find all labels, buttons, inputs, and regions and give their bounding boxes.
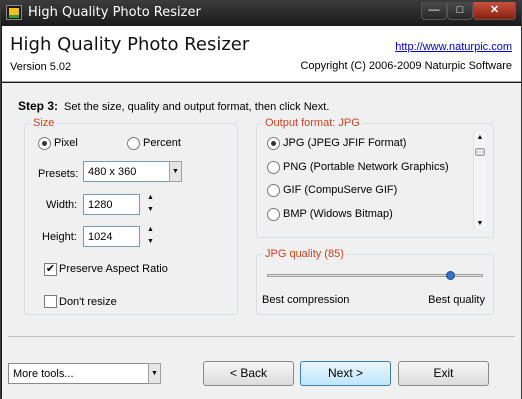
preserve-aspect-checkbox[interactable]: ✔ [44,263,57,276]
maximize-icon: □ [456,4,464,16]
percent-radio[interactable] [127,137,140,150]
close-icon: ✕ [489,4,500,16]
spin-up-icon: ▲ [147,194,154,201]
minimize-icon: — [428,4,440,16]
spin-up-icon: ▲ [147,226,154,233]
step-label: Step 3: [18,99,59,113]
chevron-down-icon: ▼ [172,168,179,175]
pixel-radio[interactable] [38,137,51,150]
back-button[interactable]: < Back [203,361,294,386]
dont-resize-checkbox[interactable] [44,295,57,308]
more-tools-combo[interactable]: More tools... [8,363,150,384]
best-quality-label: Best quality [428,294,485,306]
footer-separator [8,336,515,337]
version-label: Version 5.02 [10,61,72,73]
format-list: JPG (JPEG JFIF Format) PNG (Portable Net… [257,124,479,237]
format-jpg-radio[interactable] [267,137,280,150]
app-window: High Quality Photo Resizer — □ ✕ High Qu… [0,0,522,399]
scroll-up-icon[interactable]: ▲ [474,132,486,144]
copyright-label: Copyright (C) 2006-2009 Naturpic Softwar… [300,60,512,72]
height-input[interactable]: 1024 [83,226,140,247]
chevron-down-icon: ▼ [151,370,158,377]
percent-radio-label[interactable]: Percent [143,137,181,149]
format-png-label[interactable]: PNG (Portable Network Graphics) [283,161,449,173]
presets-label: Presets: [38,168,79,180]
quality-slider-thumb[interactable] [445,271,455,280]
app-name: High Quality Photo Resizer [10,34,250,55]
minimize-button[interactable]: — [421,2,447,20]
presets-combo[interactable]: 480 x 360 [83,161,171,182]
exit-button[interactable]: Exit [398,361,489,386]
height-label: Height: [42,231,77,243]
width-spin-down[interactable]: ▼ [145,205,156,215]
format-jpg-label[interactable]: JPG (JPEG JFIF Format) [283,137,406,149]
height-spin-down[interactable]: ▼ [145,237,156,247]
presets-dropdown-button[interactable]: ▼ [169,161,182,182]
maximize-button[interactable]: □ [447,2,473,20]
width-spin-up[interactable]: ▲ [145,193,156,203]
output-format-group: Output format: JPG JPG (JPEG JFIF Format… [256,117,494,238]
format-gif-label[interactable]: GIF (CompuServe GIF) [283,184,397,196]
checkmark-icon: ✔ [45,263,56,275]
preserve-aspect-label[interactable]: Preserve Aspect Ratio [59,263,168,275]
width-label: Width: [46,199,78,211]
size-group-title: Size [31,117,57,129]
width-input[interactable]: 1280 [83,194,140,215]
app-icon [6,5,22,20]
website-link[interactable]: http://www.naturpic.com [395,41,512,53]
close-button[interactable]: ✕ [473,2,516,20]
next-button[interactable]: Next > [300,361,391,386]
format-list-scrollbar[interactable]: ▲ ▼ [473,132,486,230]
more-tools-dropdown-button[interactable]: ▼ [148,363,161,384]
window-title: High Quality Photo Resizer [28,5,201,20]
size-group: Size Pixel Percent Presets: 480 x 360 ▼ … [24,117,238,315]
format-bmp-label[interactable]: BMP (Widows Bitmap) [283,208,393,220]
title-bar[interactable]: High Quality Photo Resizer — □ ✕ [1,1,521,26]
best-compression-label: Best compression [262,294,350,306]
spin-down-icon: ▼ [147,206,154,213]
pixel-radio-label[interactable]: Pixel [54,137,78,149]
scroll-thumb[interactable] [475,148,485,156]
dont-resize-label[interactable]: Don't resize [59,296,117,308]
app-header: High Quality Photo Resizer Version 5.02 … [2,26,521,82]
jpg-quality-title: JPG quality (85) [263,248,346,260]
spin-down-icon: ▼ [147,238,154,245]
jpg-quality-group: JPG quality (85) Best compression Best q… [256,248,494,315]
format-gif-radio[interactable] [267,184,280,197]
scroll-down-icon[interactable]: ▼ [474,218,486,230]
format-png-radio[interactable] [267,161,280,174]
height-spin-up[interactable]: ▲ [145,225,156,235]
wizard-body: Step 3: Set the size, quality and output … [2,83,521,399]
step-text: Set the size, quality and output format,… [64,101,330,113]
step-instruction: Step 3: Set the size, quality and output … [18,99,329,113]
format-bmp-radio[interactable] [267,208,280,221]
